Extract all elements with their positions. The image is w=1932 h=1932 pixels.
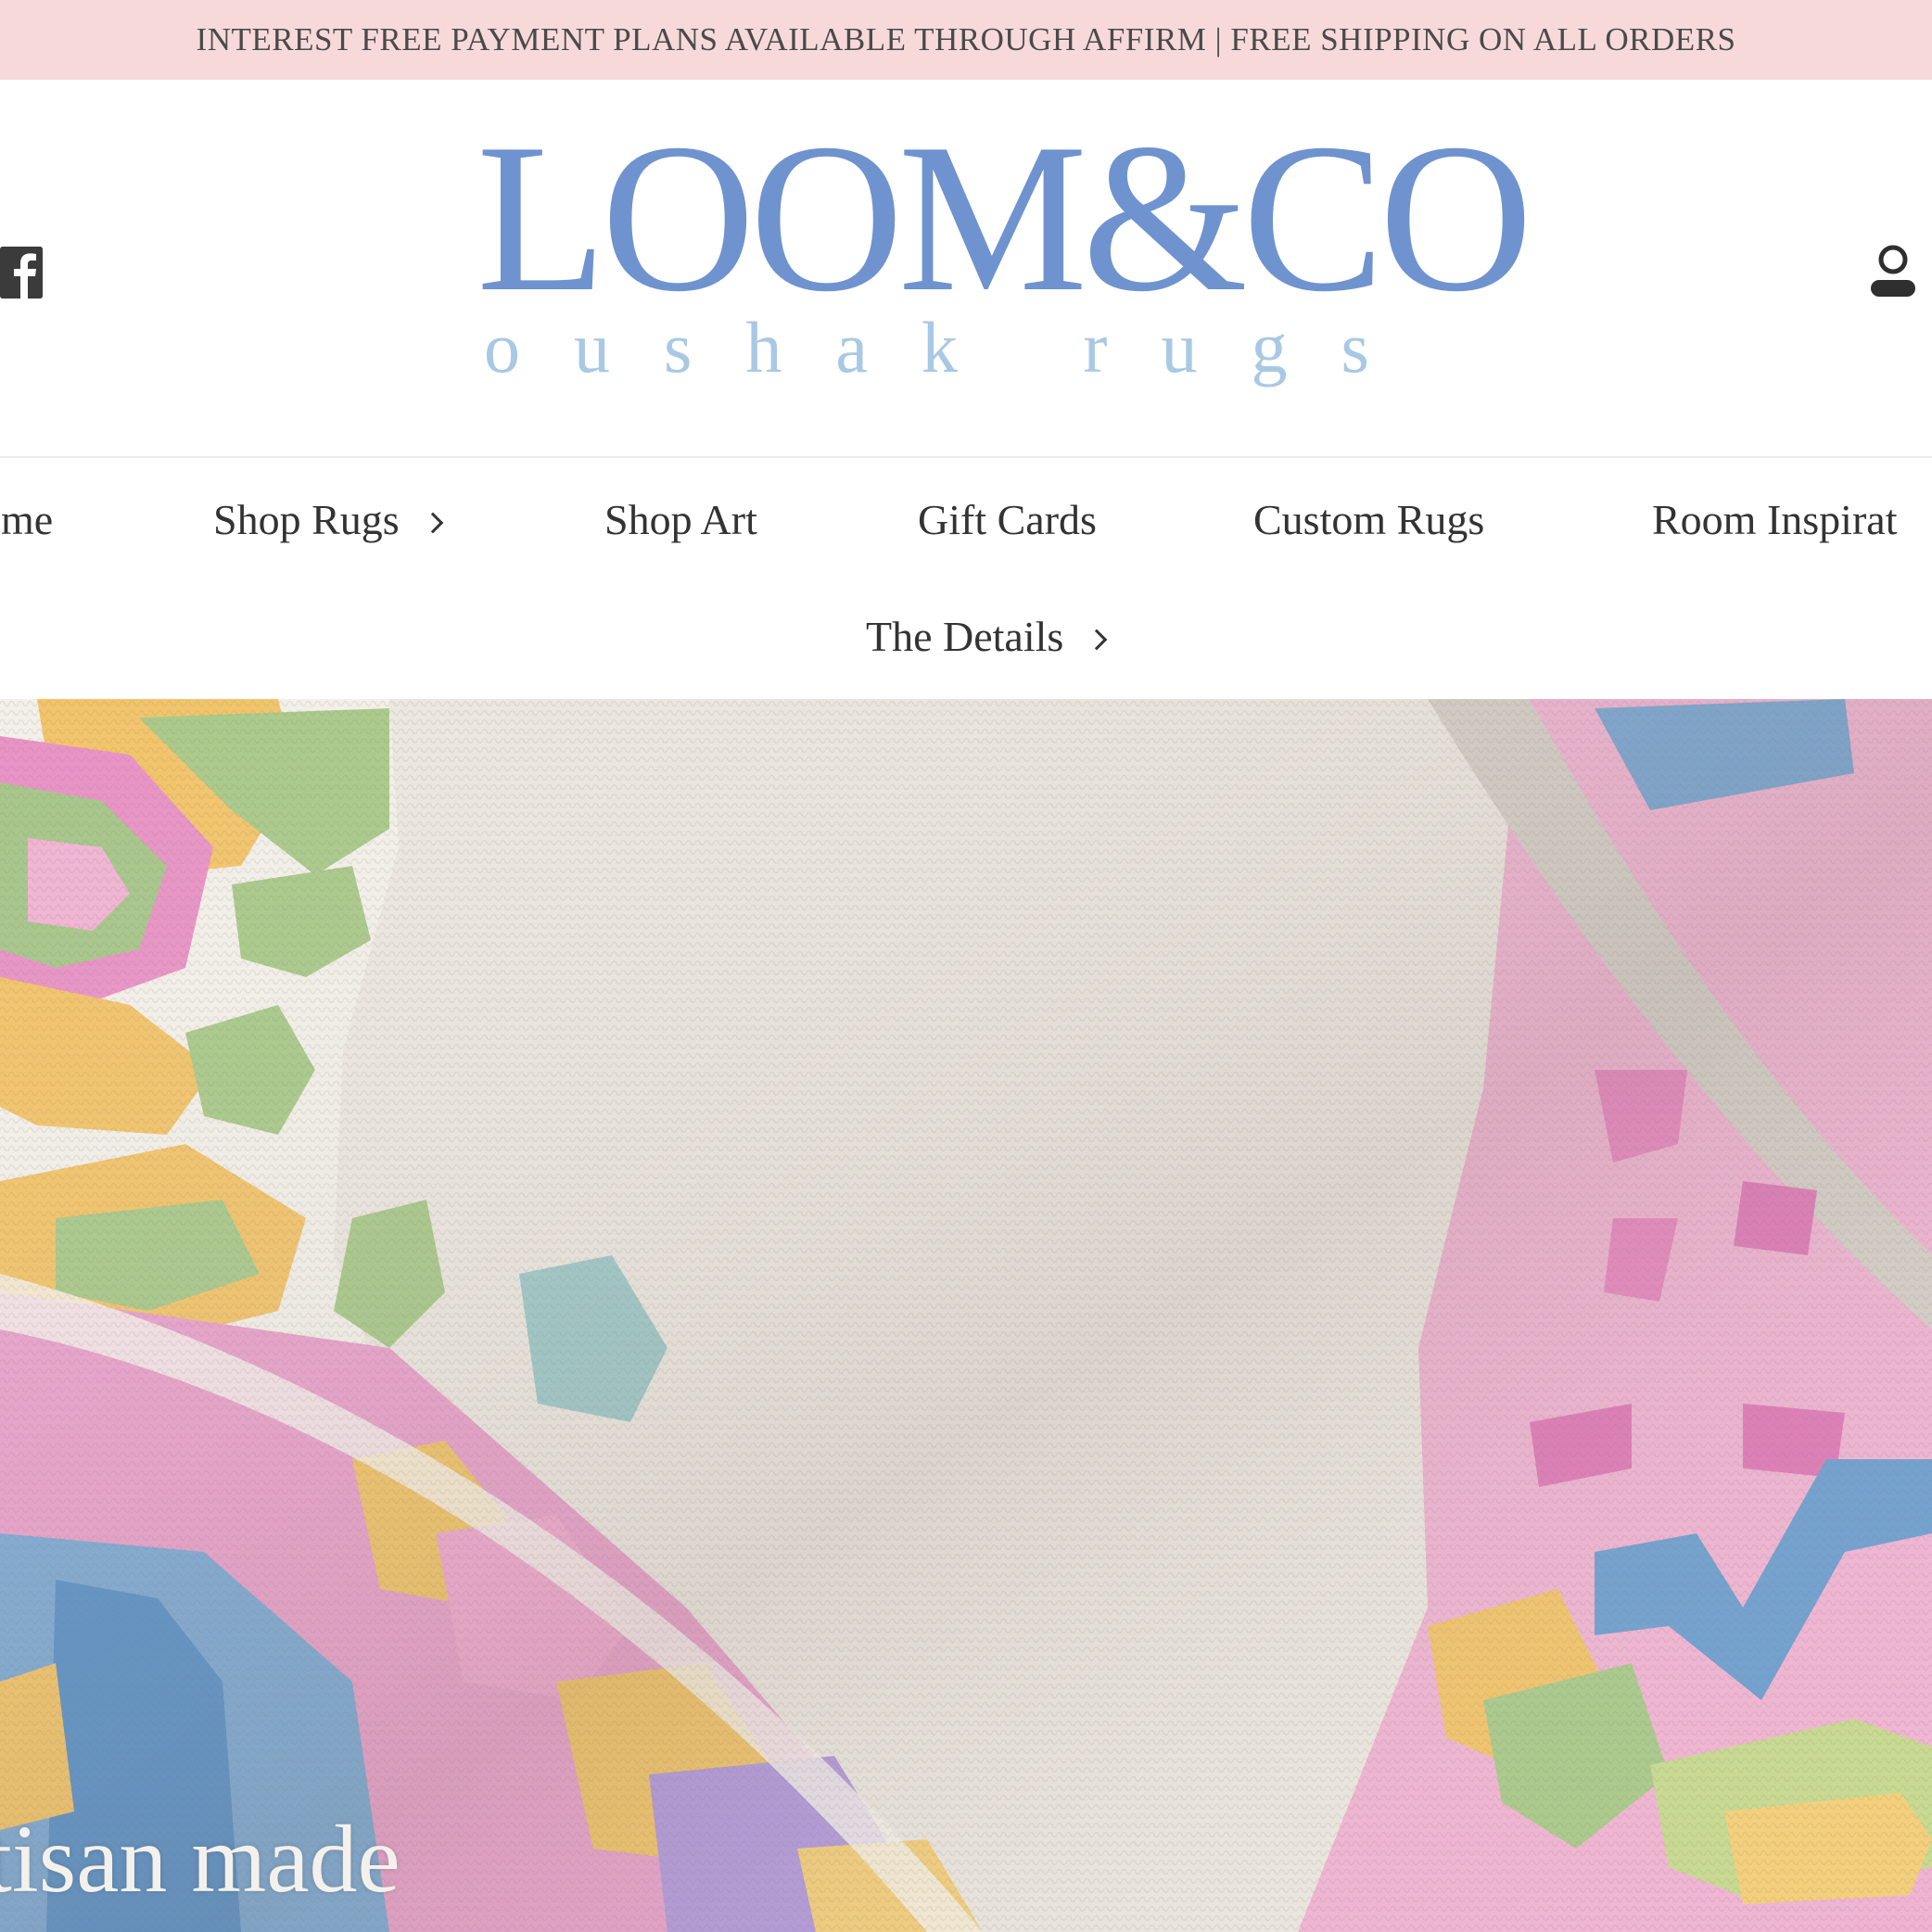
main-navigation: ome Shop Rugs Shop Art Gift Cards Custom… [0, 458, 1932, 699]
brand-logo[interactable]: LOOM&CO oushak rugs [464, 111, 1533, 397]
nav-item-label: Custom Rugs [1253, 496, 1485, 543]
logo-wordmark: LOOM&CO [477, 99, 1533, 336]
nav-item-shop-rugs[interactable]: Shop Rugs [213, 495, 443, 544]
hero-banner[interactable]: tisan made [0, 699, 1932, 1932]
chevron-right-icon [422, 512, 443, 533]
nav-item-label: Shop Art [604, 496, 757, 543]
nav-item-home[interactable]: ome [0, 495, 53, 544]
nav-item-label: Shop Rugs [213, 496, 400, 543]
chevron-right-icon [1086, 629, 1108, 650]
nav-item-room-inspiration[interactable]: Room Inspirat [1652, 495, 1897, 544]
facebook-icon[interactable] [0, 247, 43, 299]
nav-item-label: Room Inspirat [1652, 496, 1898, 543]
announcement-bar: INTEREST FREE PAYMENT PLANS AVAILABLE TH… [0, 0, 1932, 80]
nav-item-custom-rugs[interactable]: Custom Rugs [1253, 495, 1484, 544]
hero-caption: tisan made [0, 1806, 400, 1913]
nav-item-label: ome [0, 496, 54, 543]
user-account-icon[interactable] [1867, 243, 1919, 300]
nav-item-the-details[interactable]: The Details [866, 612, 1108, 661]
announcement-text: INTEREST FREE PAYMENT PLANS AVAILABLE TH… [196, 21, 1736, 57]
nav-item-label: Gift Cards [918, 496, 1097, 543]
logo-tagline: oushak rugs [484, 307, 1423, 388]
site-header: LOOM&CO oushak rugs [0, 80, 1932, 456]
nav-item-gift-cards[interactable]: Gift Cards [918, 495, 1097, 544]
nav-item-label: The Details [866, 613, 1064, 660]
nav-item-shop-art[interactable]: Shop Art [604, 495, 757, 544]
hero-rug-image [0, 699, 1932, 1932]
